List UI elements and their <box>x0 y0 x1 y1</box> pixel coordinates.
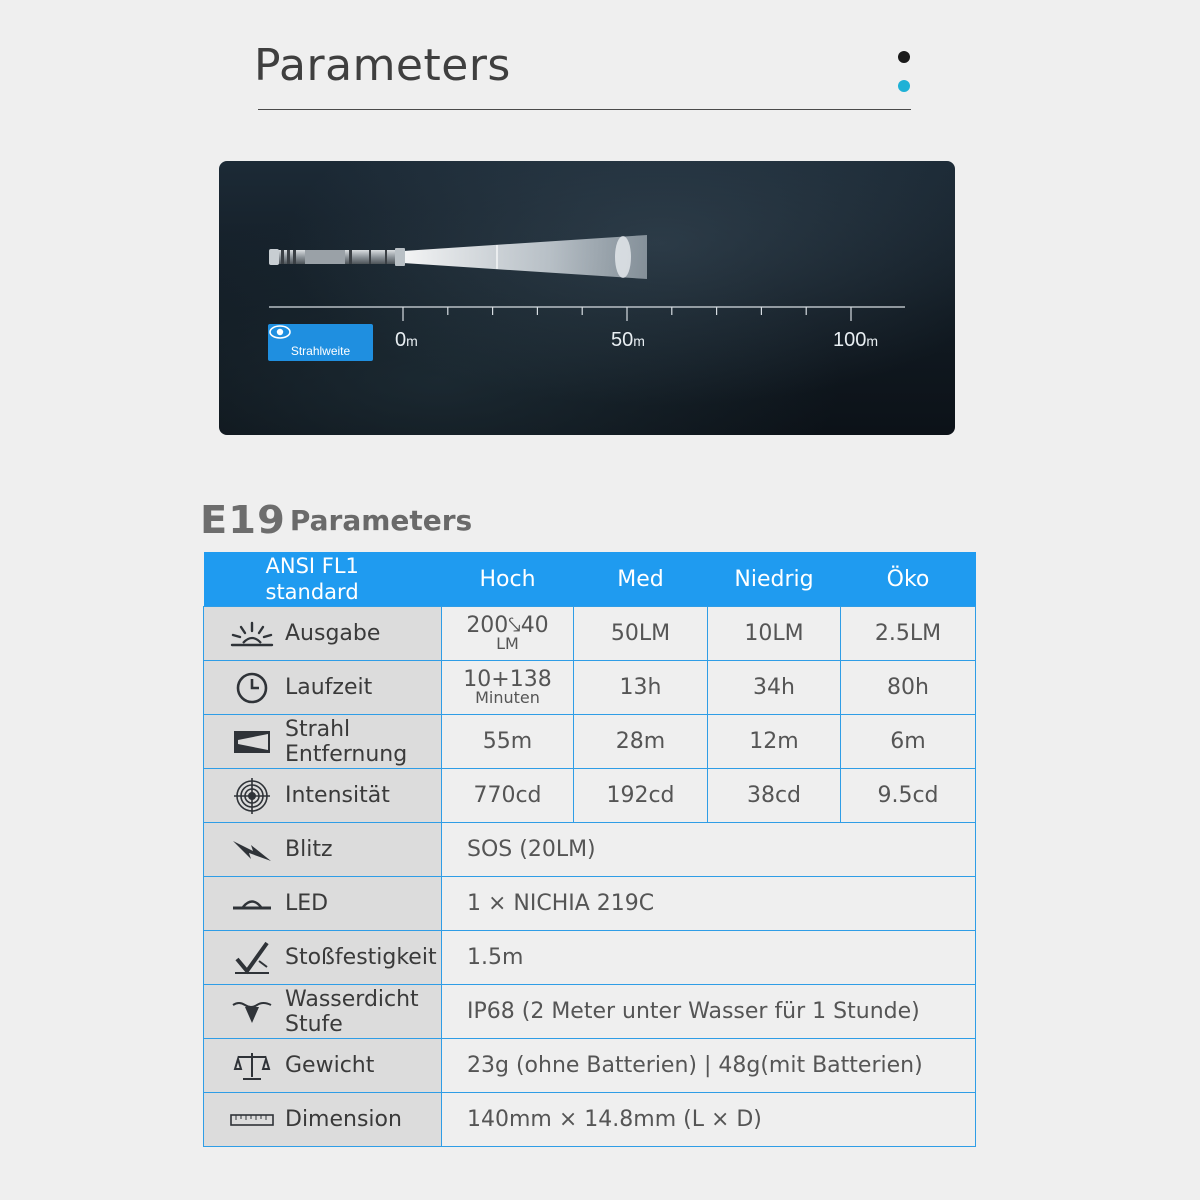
section-heading: E19 Parameters <box>200 498 473 542</box>
beam-end <box>615 236 631 278</box>
row-label: Blitz <box>285 837 333 862</box>
beam-illustration <box>269 235 905 321</box>
scale-mark-100: 100m <box>833 329 879 351</box>
impact-check-icon <box>227 941 277 975</box>
light-beam <box>403 235 647 279</box>
flashlight-icon <box>269 248 405 266</box>
table-row: Strahl Entfernung 55m 28m 12m 6m <box>203 714 976 769</box>
lightning-icon <box>227 833 277 867</box>
target-icon <box>227 777 277 814</box>
table-row: Dimension 140mm × 14.8mm (L × D) <box>203 1092 976 1147</box>
table-row: Blitz SOS (20LM) <box>203 822 976 877</box>
row-label: Gewicht <box>285 1053 375 1078</box>
row-label: Dimension <box>285 1107 402 1132</box>
section-title: Parameters <box>289 503 473 537</box>
table-header-row: ANSI FL1 standard Hoch Med Niedrig Öko <box>203 552 976 607</box>
table-row: Gewicht 23g (ohne Batterien) | 48g(mit B… <box>203 1038 976 1093</box>
row-label: Stoßfestigkeit <box>285 945 437 970</box>
row-label: Ausgabe <box>285 621 381 646</box>
model-name: E19 <box>199 498 286 542</box>
table-row: Ausgabe 200⤥40 LM 50LM 10LM 2.5LM <box>203 606 976 661</box>
range-badge: Strahlweite <box>268 324 373 361</box>
range-badge-label: Strahlweite <box>290 344 351 358</box>
table-row: LED 1 × NICHIA 219C <box>203 876 976 931</box>
table-row: Stoßfestigkeit 1.5m <box>203 930 976 985</box>
eye-icon <box>268 325 373 343</box>
decor-dot-black <box>898 51 910 63</box>
header-med: Med <box>573 552 708 607</box>
table-row: Intensität 770cd 192cd 38cd 9.5cd <box>203 768 976 823</box>
waterproof-icon <box>227 995 277 1029</box>
table-row: Laufzeit 10+138 Minuten 13h 34h 80h <box>203 660 976 715</box>
title-divider <box>258 109 911 110</box>
led-icon <box>227 887 277 921</box>
table-row: Wasserdicht Stufe IP68 (2 Meter unter Was… <box>203 984 976 1039</box>
sunburst-icon <box>227 617 277 651</box>
row-label: Laufzeit <box>285 675 373 700</box>
header-hoch: Hoch <box>441 552 574 607</box>
beam-distance-panel: Strahlweite 0m 50m 100m <box>219 161 955 435</box>
specs-table: ANSI FL1 standard Hoch Med Niedrig Öko Au… <box>203 552 976 1147</box>
page-title: Parameters <box>254 40 511 91</box>
scale-mark-0: 0m <box>395 329 418 351</box>
scale-icon <box>227 1049 277 1083</box>
beam-icon <box>227 725 277 759</box>
ruler-icon <box>227 1103 277 1137</box>
scale-mark-50: 50m <box>611 329 645 351</box>
header-oeko: Öko <box>840 552 976 607</box>
clock-icon <box>227 671 277 705</box>
row-label: LED <box>285 891 329 916</box>
decor-dot-blue <box>898 80 910 92</box>
header-niedrig: Niedrig <box>707 552 841 607</box>
row-label: Intensität <box>285 783 390 808</box>
row-label: Wasserdicht Stufe <box>285 986 419 1037</box>
row-label: Strahl Entfernung <box>285 716 408 767</box>
header-standard: ANSI FL1 standard <box>203 552 442 607</box>
